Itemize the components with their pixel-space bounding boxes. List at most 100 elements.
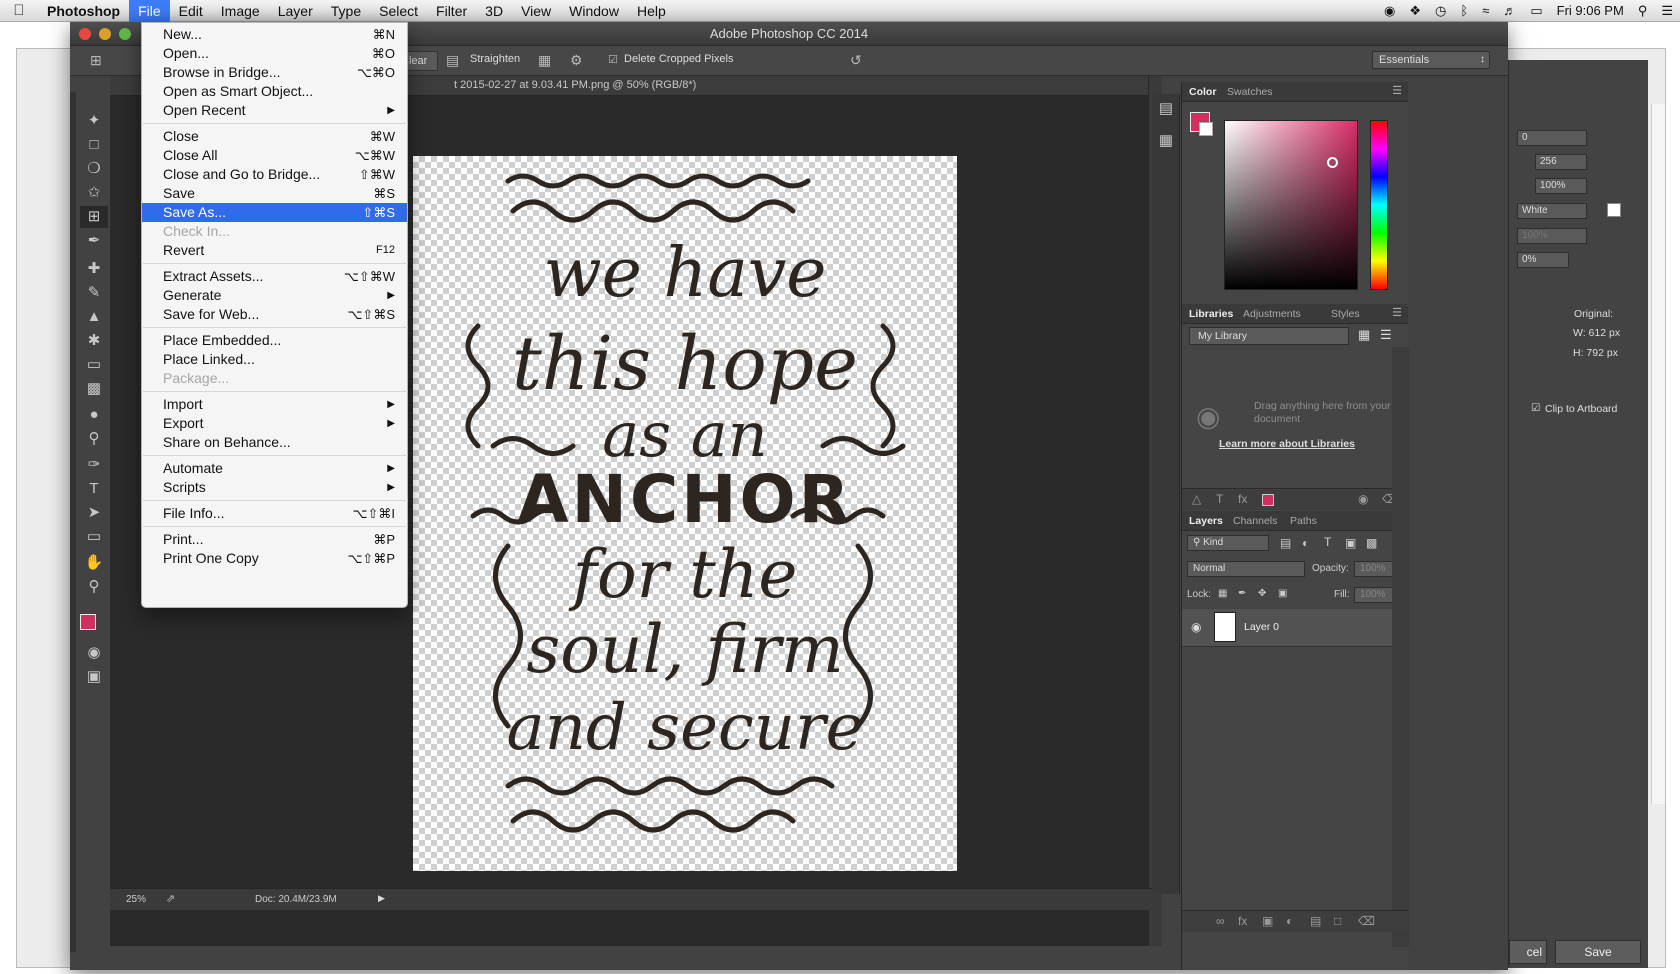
straighten-button[interactable]: Straighten xyxy=(470,53,520,65)
move-tool-icon[interactable]: ✦ xyxy=(80,110,108,132)
add-graphic-icon[interactable]: △ xyxy=(1192,492,1201,506)
adjustment-layer-icon[interactable]: ◐ xyxy=(1286,914,1293,928)
menu-item-print[interactable]: Print... ⌘P xyxy=(142,530,407,549)
menu-item-file-info[interactable]: File Info... ⌥⇧⌘I xyxy=(142,504,407,523)
export-icon[interactable]: ⇗ xyxy=(166,892,175,905)
tab-channels[interactable]: Channels xyxy=(1233,515,1277,527)
menu-filter[interactable]: Filter xyxy=(427,0,476,22)
panel-menu-icon[interactable]: ☰ xyxy=(1392,306,1402,319)
crop-tool-icon[interactable]: ⊞ xyxy=(80,206,108,228)
opacity-field[interactable]: 100% xyxy=(1354,561,1394,577)
clock[interactable]: Fri 9:06 PM xyxy=(1550,3,1631,18)
layer-filter-select[interactable]: ⚲ Kind xyxy=(1187,535,1269,551)
menu-file[interactable]: File xyxy=(129,0,170,22)
menu-item-open-as-smart-object[interactable]: Open as Smart Object... xyxy=(142,82,407,101)
settings-gear-icon[interactable]: ⚙ xyxy=(570,52,583,69)
delete-cropped-checkbox[interactable]: ☑ xyxy=(608,53,618,66)
creative-cloud-sync-icon[interactable]: ◉ xyxy=(1358,492,1368,506)
menu-item-browse-in-bridge[interactable]: Browse in Bridge... ⌥⌘O xyxy=(142,63,407,82)
document-tab-title[interactable]: t 2015-02-27 at 9.03.41 PM.png @ 50% (RG… xyxy=(454,79,696,91)
document-canvas[interactable]: we have this hope as an ANCHOR for the s… xyxy=(413,156,957,871)
dialog-field[interactable]: 0 xyxy=(1517,130,1587,146)
menu-item-open[interactable]: Open... ⌘O xyxy=(142,44,407,63)
menu-item-close-and-go-to-bridge[interactable]: Close and Go to Bridge... ⇧⌘W xyxy=(142,165,407,184)
color-picker-handle[interactable] xyxy=(1327,157,1338,168)
time-machine-icon[interactable]: ◷ xyxy=(1428,3,1453,19)
notification-center-icon[interactable]: ☰ xyxy=(1654,3,1680,19)
dialog-field[interactable]: 0% xyxy=(1517,252,1569,268)
history-panel-icon[interactable]: ▤ xyxy=(1152,98,1180,120)
menu-item-share-on-behance[interactable]: Share on Behance... xyxy=(142,433,407,452)
pen-tool-icon[interactable]: ✑ xyxy=(80,454,108,476)
filter-type-icon[interactable]: T xyxy=(1324,535,1331,549)
dodge-tool-icon[interactable]: ⚲ xyxy=(80,428,108,450)
menu-type[interactable]: Type xyxy=(322,0,370,22)
path-selection-tool-icon[interactable]: ➤ xyxy=(80,502,108,524)
bluetooth-icon[interactable]: ᛒ xyxy=(1453,3,1475,18)
history-brush-tool-icon[interactable]: ✱ xyxy=(80,330,108,352)
menu-item-close[interactable]: Close ⌘W xyxy=(142,127,407,146)
status-menu-arrow-icon[interactable]: ▶ xyxy=(378,893,385,904)
tab-swatches[interactable]: Swatches xyxy=(1227,86,1273,98)
reset-icon[interactable]: ↺ xyxy=(850,52,862,69)
overlay-grid-icon[interactable]: ▦ xyxy=(538,52,551,69)
tab-paths[interactable]: Paths xyxy=(1290,515,1317,527)
link-layers-icon[interactable]: ∞ xyxy=(1216,914,1225,928)
layer-mask-icon[interactable]: ▣ xyxy=(1262,914,1273,928)
lock-transparent-icon[interactable]: ▦ xyxy=(1218,588,1227,599)
add-layer-style-icon[interactable]: fx xyxy=(1238,492,1247,506)
screen-mode-icon[interactable]: ▣ xyxy=(80,666,108,688)
dropbox-icon[interactable]: ❖ xyxy=(1402,3,1428,19)
lasso-tool-icon[interactable]: ❍ xyxy=(80,158,108,180)
tab-layers[interactable]: Layers xyxy=(1189,515,1223,527)
spotlight-icon[interactable]: ⚲ xyxy=(1631,3,1655,19)
new-group-icon[interactable]: ▤ xyxy=(1310,914,1321,928)
filter-smart-object-icon[interactable]: ▩ xyxy=(1366,536,1377,550)
tab-styles[interactable]: Styles xyxy=(1331,308,1360,320)
background-swatch[interactable] xyxy=(1607,203,1621,217)
add-color-icon[interactable] xyxy=(1262,494,1274,506)
filter-pixel-icon[interactable]: ▤ xyxy=(1280,536,1291,550)
marquee-tool-icon[interactable]: □ xyxy=(80,134,108,156)
menu-item-place-linked[interactable]: Place Linked... xyxy=(142,350,407,369)
delete-layer-icon[interactable]: ⌫ xyxy=(1358,914,1375,928)
menu-edit[interactable]: Edit xyxy=(170,0,212,22)
clip-to-artboard-checkbox[interactable]: ☑ xyxy=(1531,402,1540,414)
menu-view[interactable]: View xyxy=(512,0,560,22)
library-select[interactable]: My Library xyxy=(1189,327,1349,345)
wifi-icon[interactable]: ≈ xyxy=(1475,3,1496,18)
layer-name[interactable]: Layer 0 xyxy=(1244,621,1279,633)
magic-wand-tool-icon[interactable]: ✩ xyxy=(80,182,108,204)
apple-menu-icon[interactable]:  xyxy=(0,2,38,19)
lock-image-icon[interactable]: ✒ xyxy=(1238,588,1246,599)
zoom-level[interactable]: 25% xyxy=(126,894,146,905)
visibility-eye-icon[interactable]: ◉ xyxy=(1191,620,1201,634)
menu-item-new[interactable]: New... ⌘N xyxy=(142,25,407,44)
eyedropper-tool-icon[interactable]: ✒ xyxy=(80,230,108,252)
menu-item-extract-assets[interactable]: Extract Assets... ⌥⇧⌘W xyxy=(142,267,407,286)
menu-item-save[interactable]: Save ⌘S xyxy=(142,184,407,203)
add-text-style-icon[interactable]: T xyxy=(1216,492,1223,506)
workspace-select[interactable]: Essentials xyxy=(1372,51,1490,69)
properties-panel-icon[interactable]: ▦ xyxy=(1152,130,1180,152)
foreground-color-swatch[interactable] xyxy=(80,614,96,630)
tab-color[interactable]: Color xyxy=(1189,86,1216,98)
menu-layer[interactable]: Layer xyxy=(269,0,322,22)
dialog-field[interactable]: 100% xyxy=(1517,228,1587,244)
fill-field[interactable]: 100% xyxy=(1354,587,1394,603)
healing-brush-tool-icon[interactable]: ✚ xyxy=(80,258,108,280)
lock-all-icon[interactable]: ▣ xyxy=(1278,588,1287,599)
color-field[interactable] xyxy=(1224,120,1358,290)
volume-icon[interactable]: ♬ xyxy=(1496,3,1523,18)
menu-item-revert[interactable]: Revert F12 xyxy=(142,241,407,260)
quick-mask-icon[interactable]: ◉ xyxy=(80,642,108,664)
straighten-icon[interactable]: ▤ xyxy=(446,52,459,69)
filter-shape-icon[interactable]: ▣ xyxy=(1345,536,1356,550)
layer-style-icon[interactable]: fx xyxy=(1238,914,1247,928)
tab-libraries[interactable]: Libraries xyxy=(1189,308,1233,320)
background-window-scrollbar[interactable] xyxy=(1651,104,1665,804)
new-layer-icon[interactable]: □ xyxy=(1334,914,1341,928)
learn-more-link[interactable]: Learn more about Libraries xyxy=(1219,438,1355,450)
type-tool-icon[interactable]: T xyxy=(80,478,108,500)
menu-item-scripts[interactable]: Scripts ▶ xyxy=(142,478,407,497)
